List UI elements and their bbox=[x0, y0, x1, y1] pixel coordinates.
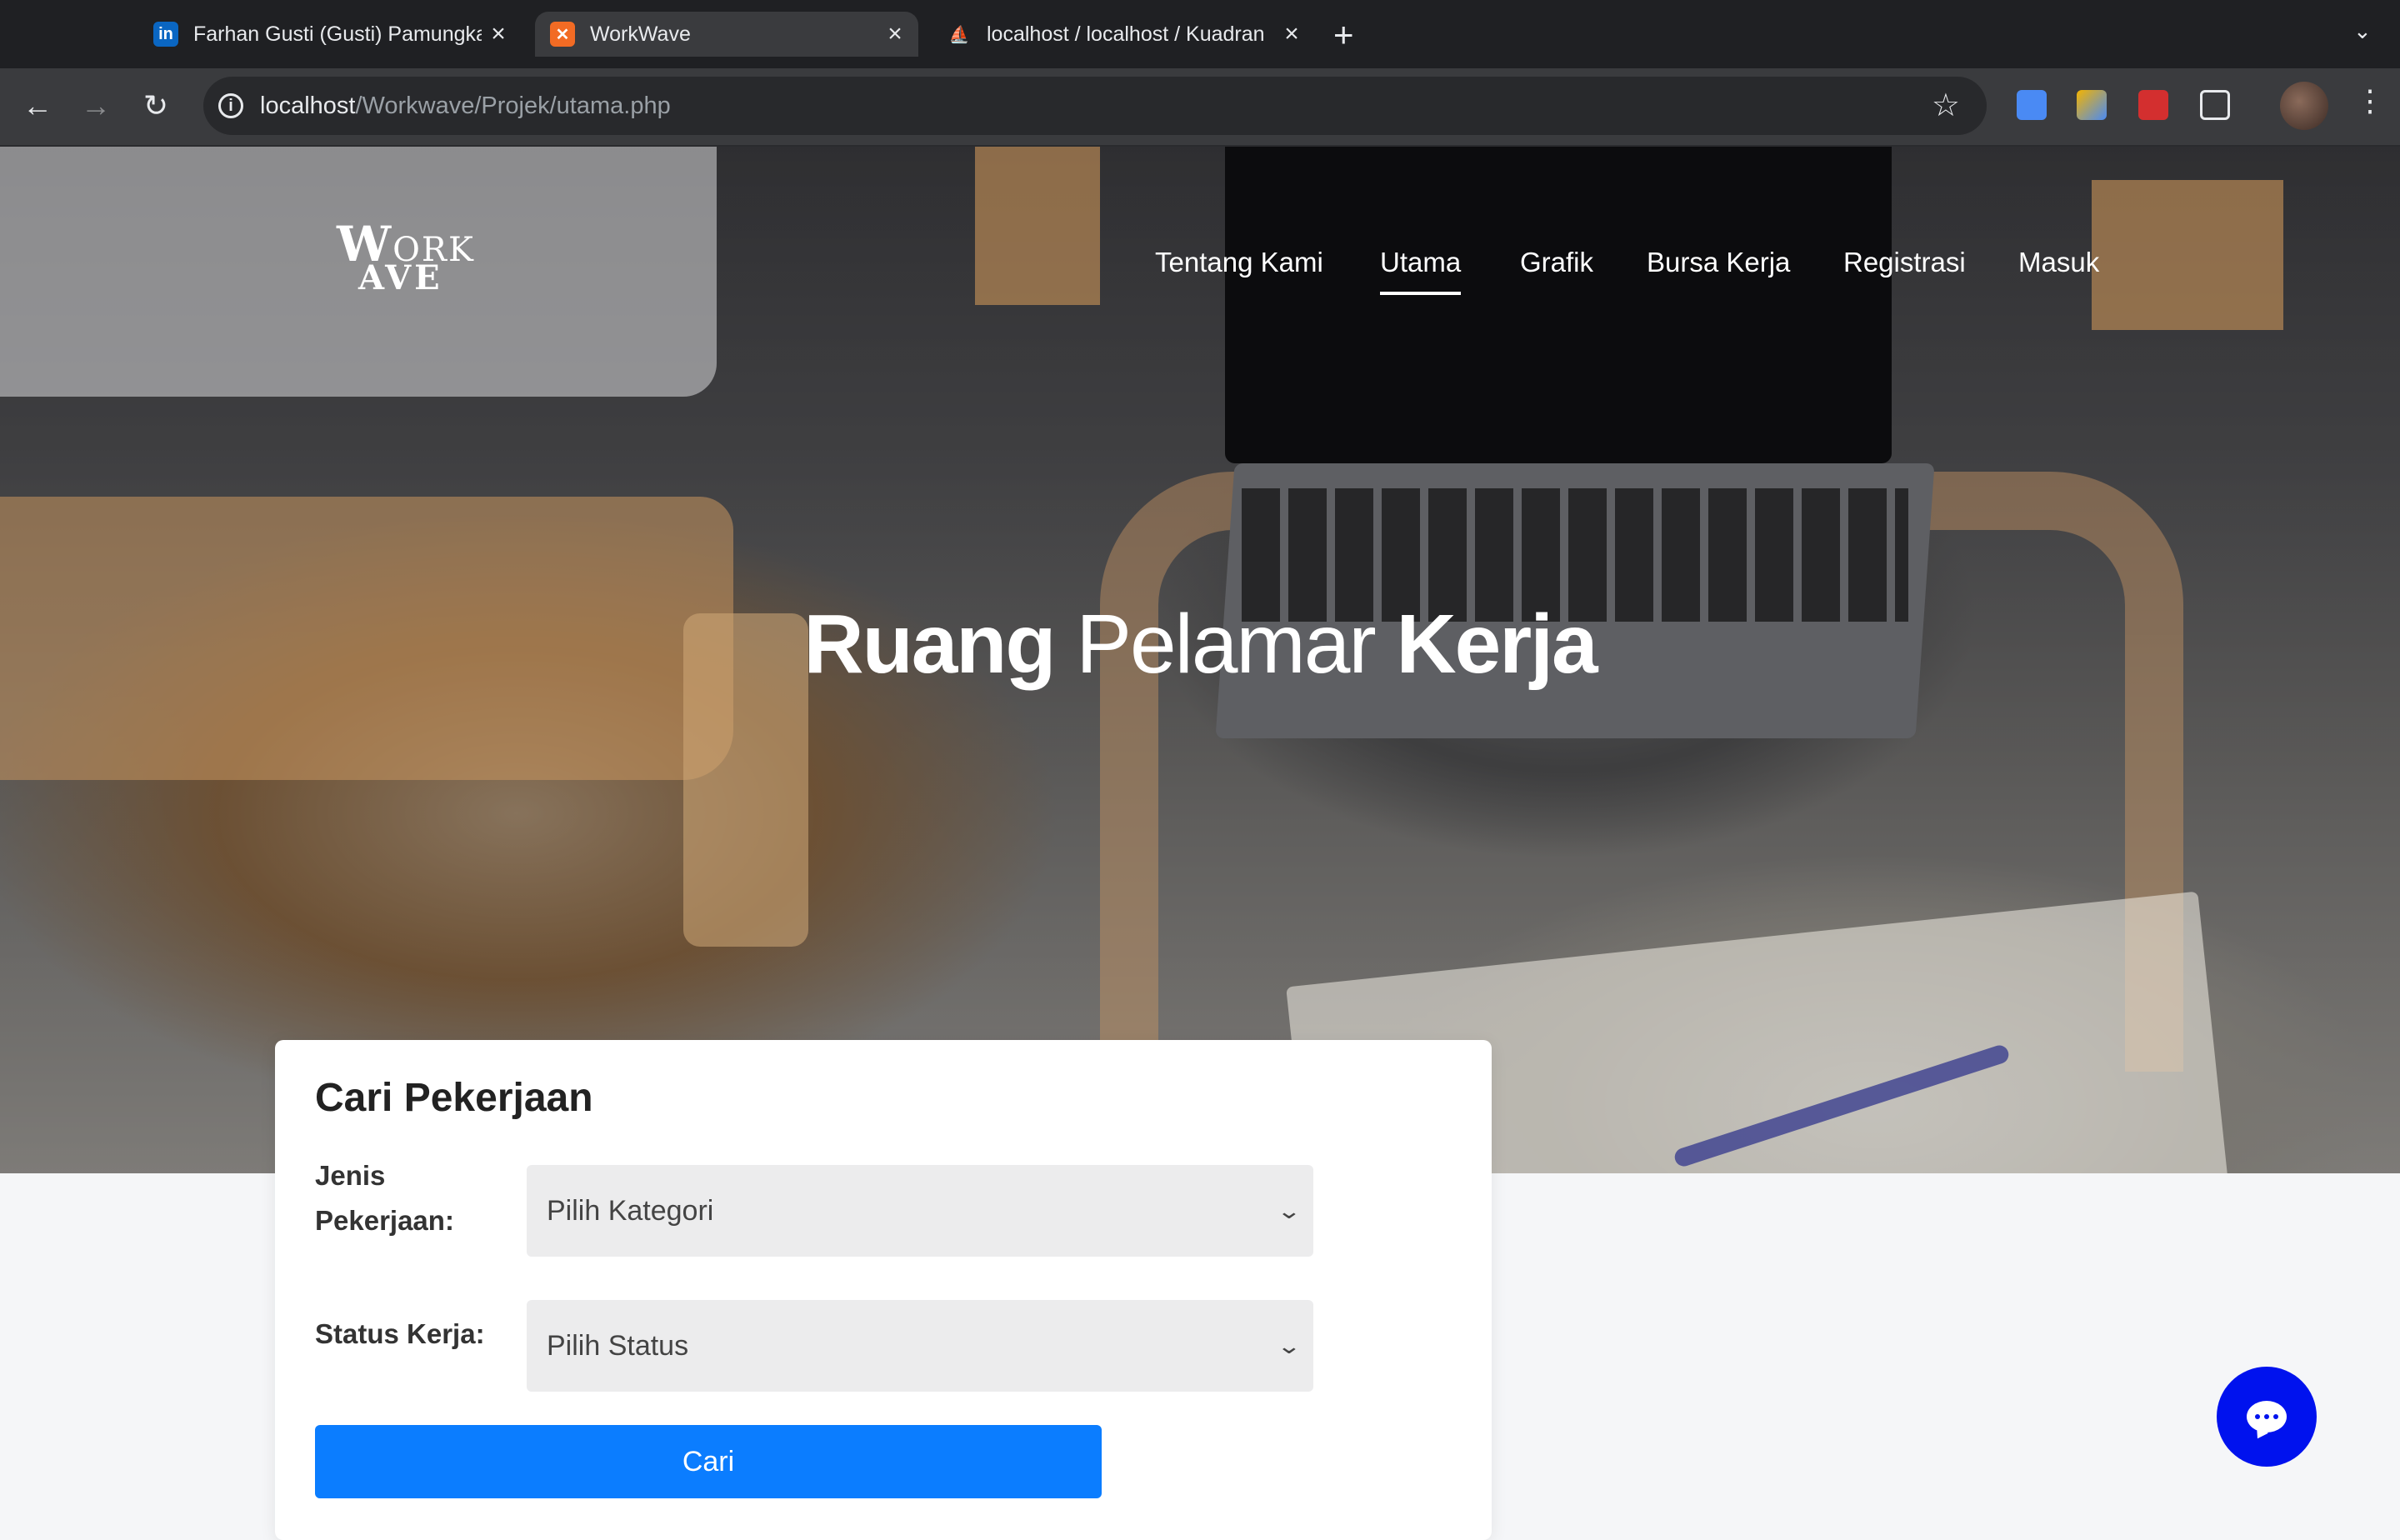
hero-laptop-screen bbox=[1225, 147, 1892, 463]
linkedin-icon: in bbox=[153, 22, 178, 47]
nav-utama[interactable]: Utama bbox=[1380, 247, 1462, 295]
chat-button[interactable] bbox=[2217, 1367, 2317, 1467]
close-icon[interactable]: × bbox=[878, 20, 912, 48]
url-path: /Workwave/Projek/utama.php bbox=[355, 92, 671, 119]
tab-title: WorkWave bbox=[590, 22, 691, 46]
url-host: localhost bbox=[260, 92, 356, 119]
search-button[interactable]: Cari bbox=[315, 1425, 1102, 1498]
nav-masuk[interactable]: Masuk bbox=[2018, 247, 2099, 278]
browser-toolbar: ← → ↻ i localhost/Workwave/Projek/utama.… bbox=[0, 68, 2400, 147]
tab-title: Farhan Gusti (Gusti) Pamungkas bbox=[193, 22, 482, 46]
new-tab-button[interactable]: + bbox=[1333, 15, 1354, 55]
chevron-down-icon: ⌄ bbox=[1276, 1332, 1302, 1358]
tab-phpmyadmin[interactable]: ⛵ localhost / localhost / Kuadran × bbox=[932, 12, 1315, 57]
browser-menu-icon[interactable]: ⋮ bbox=[2355, 83, 2385, 118]
job-type-label-line-2: Pekerjaan: bbox=[315, 1205, 454, 1236]
nav-grafik[interactable]: Grafik bbox=[1520, 247, 1593, 278]
hero-title-part-1: Ruang bbox=[803, 598, 1056, 691]
search-card-title: Cari Pekerjaan bbox=[315, 1076, 593, 1120]
tab-workwave[interactable]: ✕ WorkWave × bbox=[535, 12, 918, 57]
chevron-down-icon: ⌄ bbox=[1276, 1198, 1302, 1223]
profile-avatar[interactable] bbox=[2280, 82, 2328, 130]
tab-title: localhost / localhost / Kuadran bbox=[987, 22, 1265, 46]
hero-title-part-2: Pelamar bbox=[1076, 598, 1376, 691]
phpmyadmin-icon: ⛵ bbox=[948, 25, 970, 44]
hero-title-part-3: Kerja bbox=[1396, 598, 1598, 691]
chat-bubble-icon bbox=[2247, 1401, 2287, 1432]
job-type-select[interactable]: Pilih Kategori ⌄ bbox=[527, 1165, 1313, 1257]
forward-arrow-icon[interactable]: → bbox=[75, 85, 117, 127]
workwave-logo[interactable]: WORK AVE bbox=[337, 220, 475, 295]
extension-docs-icon[interactable] bbox=[2017, 90, 2047, 120]
hero-title: Ruang Pelamar Kerja bbox=[0, 597, 2400, 692]
status-select[interactable]: Pilih Status ⌄ bbox=[527, 1300, 1313, 1392]
job-type-label-line-1: Jenis bbox=[315, 1160, 386, 1191]
status-label: Status Kerja: bbox=[315, 1318, 485, 1349]
job-search-card: Cari Pekerjaan Jenis Pekerjaan: Pilih Ka… bbox=[275, 1040, 1492, 1540]
back-arrow-icon[interactable]: ← bbox=[17, 85, 58, 127]
extensions-puzzle-icon[interactable] bbox=[2200, 90, 2230, 120]
close-icon[interactable]: × bbox=[482, 20, 515, 48]
xampp-icon: ✕ bbox=[550, 22, 575, 47]
job-type-selected-value: Pilih Kategori bbox=[547, 1194, 714, 1227]
close-icon[interactable]: × bbox=[1275, 20, 1308, 48]
hero-plant-shape bbox=[2092, 180, 2283, 330]
status-selected-value: Pilih Status bbox=[547, 1329, 689, 1362]
job-type-label: Jenis Pekerjaan: bbox=[315, 1153, 454, 1243]
nav-registrasi[interactable]: Registrasi bbox=[1843, 247, 1966, 278]
tab-linkedin[interactable]: in Farhan Gusti (Gusti) Pamungkas × bbox=[138, 12, 522, 57]
site-info-icon[interactable]: i bbox=[218, 93, 243, 118]
nav-tentang-kami[interactable]: Tentang Kami bbox=[1155, 247, 1323, 278]
hero-plant-shape bbox=[975, 147, 1100, 305]
address-bar[interactable]: i localhost/Workwave/Projek/utama.php ☆ bbox=[203, 77, 1987, 135]
nav-bursa-kerja[interactable]: Bursa Kerja bbox=[1647, 247, 1790, 278]
extension-pdf-icon[interactable] bbox=[2138, 90, 2168, 120]
bookmark-star-icon[interactable]: ☆ bbox=[1932, 87, 1960, 124]
reload-icon[interactable]: ↻ bbox=[135, 85, 177, 127]
extension-color-icon[interactable] bbox=[2077, 90, 2107, 120]
tab-search-chevron-icon[interactable]: ⌄ bbox=[2353, 18, 2372, 44]
url-text: localhost/Workwave/Projek/utama.php bbox=[260, 92, 671, 120]
browser-tab-strip: in Farhan Gusti (Gusti) Pamungkas × ✕ Wo… bbox=[0, 0, 2400, 68]
